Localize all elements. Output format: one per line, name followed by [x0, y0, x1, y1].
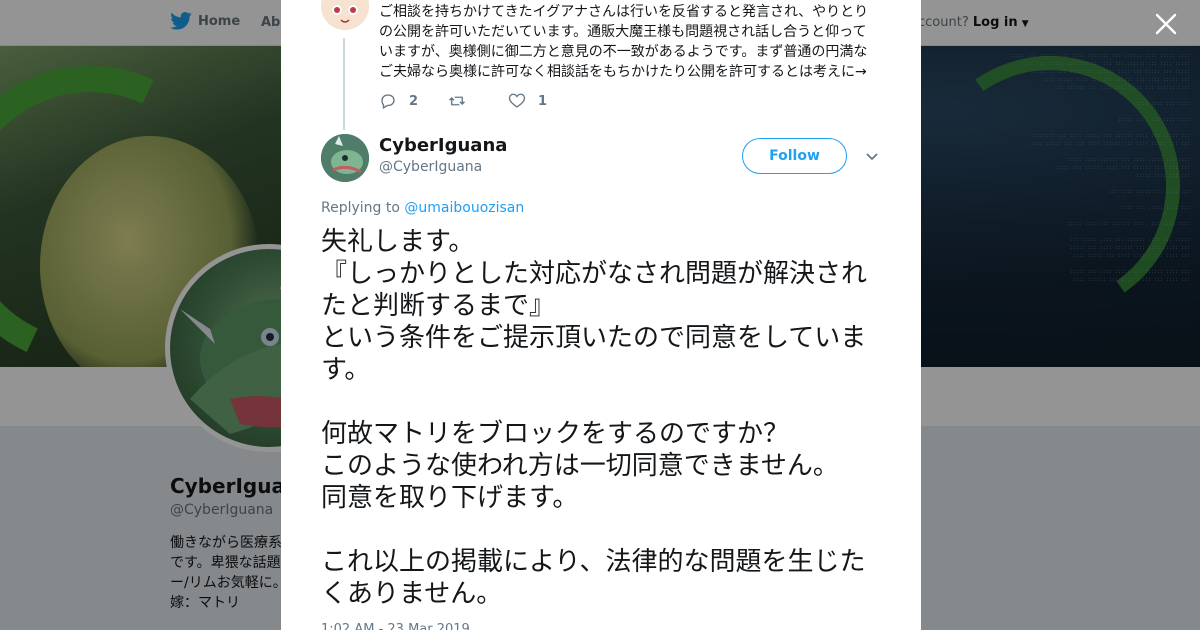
chevron-down-icon[interactable]	[864, 148, 880, 164]
thread-line	[343, 38, 345, 130]
tweet-text: 失礼します。 『しっかりとした対応がなされ問題が解決されたと判断するまで』 とい…	[321, 227, 868, 609]
reply-icon	[381, 94, 395, 109]
author-avatar[interactable]	[321, 134, 369, 182]
like-count: 1	[538, 93, 548, 109]
reply-author-avatar[interactable]	[321, 0, 369, 30]
reply-tweet-actions: 2 1	[379, 92, 577, 110]
reply-count: 2	[409, 93, 419, 109]
replying-to-link[interactable]: @umaibouozisan	[404, 200, 524, 216]
author-handle[interactable]: @CyberIguana	[379, 159, 482, 175]
tweet-timestamp[interactable]: 1:02 AM - 23 Mar 2019	[321, 622, 470, 630]
iguana-avatar-art	[321, 134, 369, 182]
reply-button[interactable]: 2	[379, 92, 418, 110]
like-icon	[508, 93, 526, 108]
like-button[interactable]: 1	[508, 92, 547, 110]
anime-avatar-art	[321, 0, 369, 30]
follow-button[interactable]: Follow	[742, 138, 847, 174]
retweet-icon	[449, 96, 466, 106]
replying-to-prefix: Replying to	[321, 200, 400, 216]
close-icon[interactable]	[1150, 8, 1182, 40]
replying-to-line: Replying to @umaibouozisan	[321, 200, 524, 216]
tweet-modal: ご相談を持ちかけてきたイグアナさんは行いを反省すると発言され、やりとりの公開を許…	[281, 0, 921, 630]
reply-tweet-text: ご相談を持ちかけてきたイグアナさんは行いを反省すると発言され、やりとりの公開を許…	[379, 4, 869, 80]
retweet-button[interactable]	[448, 92, 478, 110]
author-name[interactable]: CyberIguana	[379, 135, 507, 156]
